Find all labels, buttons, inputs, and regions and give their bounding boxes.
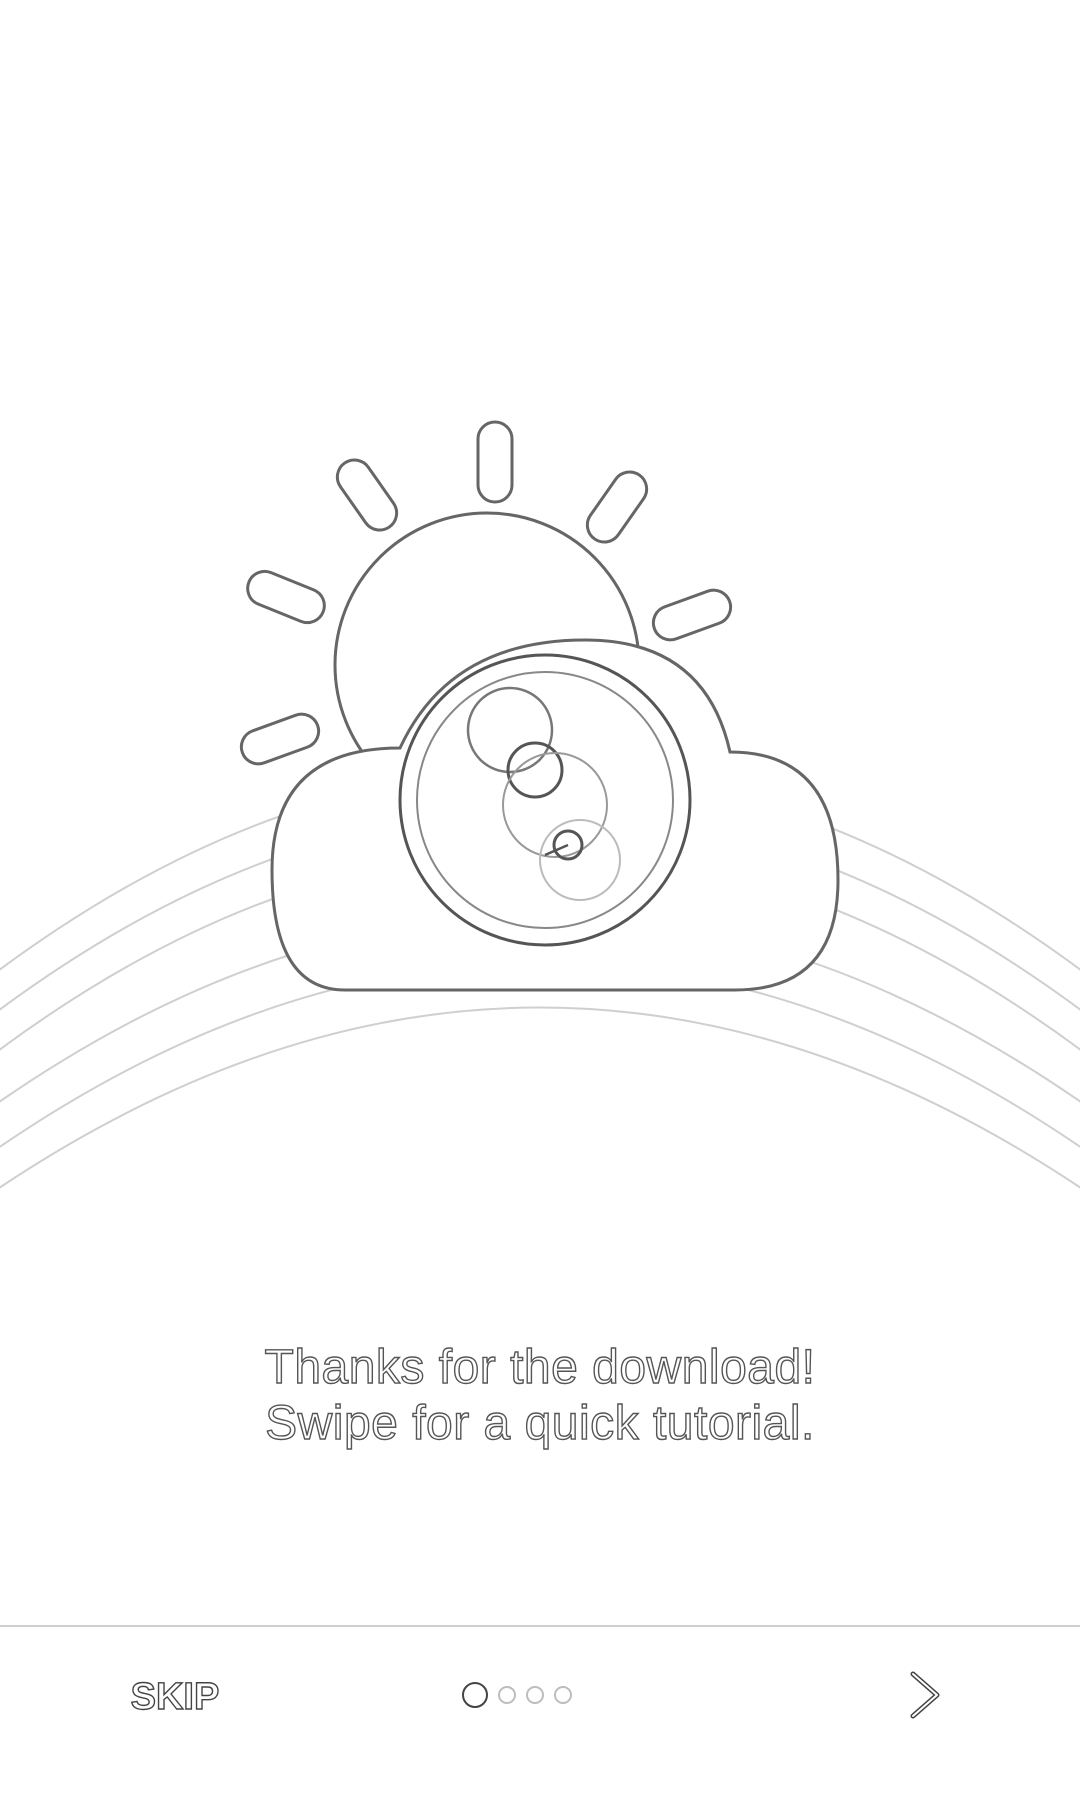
welcome-line-1: Thanks for the download! (264, 1340, 816, 1394)
sun-cloud-camera-icon (0, 420, 1080, 1189)
welcome-message: Thanks for the download! Swipe for a qui… (0, 1340, 1080, 1452)
chevron-right-icon (910, 1671, 940, 1719)
welcome-line-2: Swipe for a quick tutorial. (264, 1396, 815, 1450)
weather-illustration (0, 0, 1080, 1260)
page-dot-2 (498, 1686, 516, 1704)
next-button[interactable] (895, 1662, 955, 1728)
page-dot-4 (554, 1686, 572, 1704)
skip-button[interactable]: SKIP (110, 1667, 240, 1727)
onboarding-footer: SKIP (0, 1627, 1080, 1794)
page-dot-1 (462, 1682, 488, 1708)
page-indicator (462, 1680, 572, 1710)
page-dot-3 (526, 1686, 544, 1704)
